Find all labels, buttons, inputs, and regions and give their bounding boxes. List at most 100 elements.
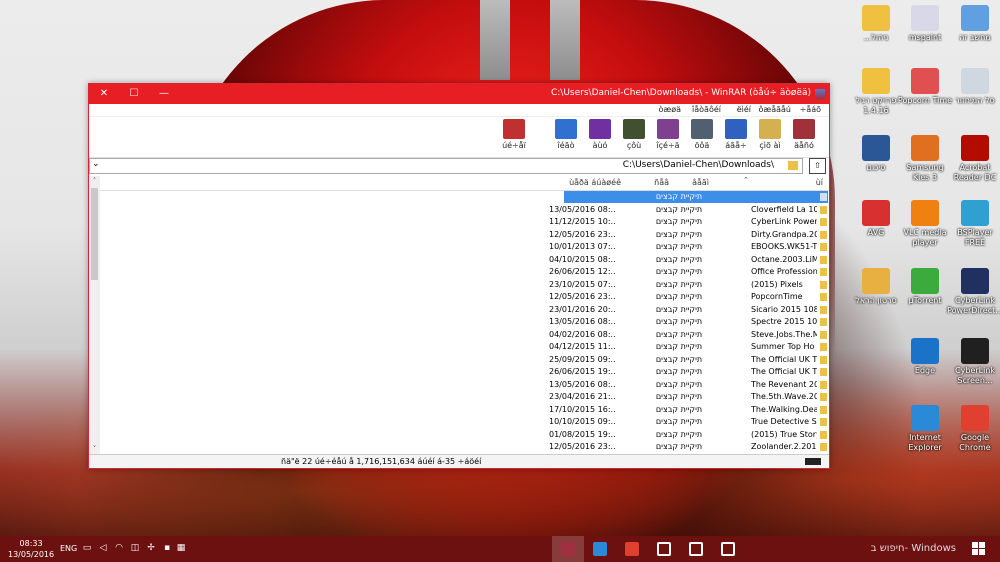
table-row[interactable]: 23/10/2015 07:.. תיקיית קבצים (2015) Pixel… (100, 279, 829, 292)
table-row[interactable]: 10/01/2013 07:.. תיקיית קבצים EBOOKS.WK51-… (100, 241, 829, 254)
menu-item-commands[interactable]: ôæåãåú (758, 105, 791, 114)
menu-item-options[interactable]: òæøä (658, 105, 681, 114)
toolbar-button[interactable]: äåñó (787, 119, 821, 155)
table-row[interactable]: 12/05/2016 23:.. תיקיית קבצים PopcornTime (100, 291, 829, 304)
chevron-down-icon[interactable]: ⌄ (92, 159, 100, 169)
menu-item-file[interactable]: ÷åáõ (800, 105, 821, 114)
desktop-shortcut[interactable]: Edge (897, 338, 953, 376)
taskbar-app-button[interactable] (680, 536, 712, 562)
desktop-shortcut[interactable]: mspaint (897, 5, 953, 43)
taskbar: 08:33 13/05/2016 ENG ▭ ◁ ◠ ◫ ✢ ▪ ▦ חיפוש… (0, 536, 1000, 562)
taskbar-app-button[interactable] (616, 536, 648, 562)
up-folder-button[interactable]: ⇧ (809, 158, 826, 174)
toolbar-button[interactable]: çôù (617, 119, 651, 155)
acrobat-icon (961, 135, 989, 161)
row-modified: 04/02/2016 08:.. (549, 329, 616, 339)
desktop-shortcut[interactable]: ...ניהול (848, 5, 904, 43)
menu-item-favorites[interactable]: îåòãôéí (692, 105, 721, 114)
scrollbar-thumb[interactable] (91, 188, 98, 280)
search-box[interactable]: חיפוש ב- Windows (764, 536, 964, 562)
volume-icon[interactable]: ◁ (98, 543, 108, 553)
toolbar-button[interactable]: îéãò (549, 119, 583, 155)
table-row[interactable]: 26/06/2015 12:.. תיקיית קבצים Office Profe… (100, 266, 829, 279)
start-button[interactable] (972, 542, 986, 556)
row-modified: 12/05/2016 23:.. (549, 292, 616, 301)
folder-download-icon (862, 5, 890, 31)
desktop-shortcut[interactable]: Internet Explorer (897, 405, 953, 453)
table-row[interactable]: 12/05/2016 23:.. תיקיית קבצים Dirty.Grandp… (100, 229, 829, 242)
tray-app-icon[interactable]: ✢ (146, 543, 156, 553)
maximize-button[interactable]: ☐ (119, 84, 149, 104)
table-row[interactable]: 25/09/2015 09:.. תיקיית קבצים The Official… (100, 354, 829, 367)
desktop-shortcut[interactable]: Acrobat Reader DC (947, 135, 1000, 183)
taskbar-app-button[interactable] (648, 536, 680, 562)
winrar-window: ✕ ☐ — C:\Users\Daniel-Chen\Downloads\ - … (88, 83, 830, 469)
table-row[interactable]: 26/06/2015 19:.. תיקיית קבצים The Official… (100, 366, 829, 379)
row-modified: 01/08/2015 19:.. (549, 429, 616, 439)
row-type: תיקיית קבצים (655, 392, 703, 401)
taskbar-app-button[interactable] (552, 536, 584, 562)
table-row[interactable]: 01/08/2015 19:.. תיקיית קבצים (2015) True … (100, 429, 829, 442)
desktop-shortcut[interactable]: µTorrent (897, 268, 953, 306)
desktop-shortcut[interactable]: מחשב זה (947, 5, 1000, 43)
toolbar-button[interactable]: úé÷åï (497, 119, 531, 155)
tray-app3-icon[interactable]: ▦ (176, 543, 186, 553)
scroll-up-icon[interactable]: ˄ (89, 177, 100, 185)
toolbar-button[interactable]: áãå÷ (719, 119, 753, 155)
desktop-shortcut[interactable]: פרויקט רגיל 1.4.16 (848, 68, 904, 116)
desktop-shortcut[interactable]: VLC media player (897, 200, 953, 248)
folder-icon (820, 343, 827, 351)
desktop-shortcut[interactable]: Popcorn Time (897, 68, 953, 106)
column-size[interactable]: âåãì (692, 178, 709, 187)
desktop-shortcut[interactable]: CyberLink PowerDirect... (947, 268, 1000, 316)
table-row[interactable]: 11/12/2015 10:.. תיקיית קבצים CyberLink Po… (100, 216, 829, 229)
column-type[interactable]: ñåâ (654, 178, 669, 187)
desktop-shortcut[interactable]: Samsung Kies 3 (897, 135, 953, 183)
minimize-button[interactable]: — (149, 84, 179, 104)
folder-icon (820, 443, 827, 451)
desktop-shortcut[interactable]: Google Chrome (947, 405, 1000, 453)
table-row[interactable]: 13/05/2016 08:.. תיקיית קבצים The Revenant… (100, 379, 829, 392)
table-row[interactable]: 04/12/2015 11:.. תיקיית קבצים Summer Top H… (100, 341, 829, 354)
vertical-scrollbar[interactable]: ˄ ˅ (89, 176, 100, 454)
menu-item-tools[interactable]: ëìéí (737, 105, 751, 114)
table-row[interactable]: 13/05/2016 08:.. תיקיית קבצים Cloverfield … (100, 204, 829, 217)
toolbar-button[interactable]: çìõ àì (753, 119, 787, 155)
wifi-icon[interactable]: ◠ (114, 543, 124, 553)
network-icon[interactable]: ◫ (130, 543, 140, 553)
desktop-shortcut[interactable]: סרטון הראל (848, 268, 904, 306)
notification-icon[interactable]: ▭ (82, 543, 92, 553)
scroll-down-icon[interactable]: ˅ (89, 445, 100, 453)
toolbar-button[interactable]: öôä (685, 119, 719, 155)
toolbar-button[interactable]: àùó (583, 119, 617, 155)
desktop-shortcut[interactable]: סיכום (848, 135, 904, 173)
clock[interactable]: 08:33 13/05/2016 (8, 538, 54, 560)
column-name[interactable]: ùí (816, 178, 823, 187)
table-row[interactable]: 04/02/2016 08:.. תיקיית קבצים Steve.Jobs.T… (100, 329, 829, 342)
desktop-shortcut[interactable]: AVG (848, 200, 904, 238)
table-row[interactable]: 12/05/2016 23:.. תיקיית קבצים Zoolander.2.… (100, 441, 829, 454)
desktop-shortcut[interactable]: CyberLink Screen... (947, 338, 1000, 386)
row-modified: 13/05/2016 08:.. (549, 317, 616, 326)
desktop-shortcut[interactable]: BSPlayer FREE (947, 200, 1000, 248)
column-modified[interactable]: ùåðä áúàøéê (569, 178, 621, 187)
row-type: תיקיית קבצים (655, 329, 703, 339)
table-row-parent[interactable]: תיקיית קבצים (100, 191, 829, 204)
path-combobox[interactable]: ⌄ C:\Users\Daniel-Chen\Downloads\ (89, 158, 803, 174)
utorrent-icon (911, 268, 939, 294)
toolbar-button[interactable]: îçé÷ä (651, 119, 685, 155)
table-row[interactable]: 17/10/2015 16:.. תיקיית קבצים The.Walking.… (100, 404, 829, 417)
taskbar-app-button[interactable] (712, 536, 744, 562)
taskbar-app-button[interactable] (584, 536, 616, 562)
desktop-shortcut[interactable]: סל המיחזור (947, 68, 1000, 106)
language-indicator[interactable]: ENG (60, 544, 77, 553)
close-button[interactable]: ✕ (89, 84, 119, 104)
table-row[interactable]: 04/10/2015 08:.. תיקיית קבצים Octane.2003.… (100, 254, 829, 267)
winrar-icon[interactable] (815, 89, 825, 99)
table-row[interactable]: 23/01/2016 20:.. תיקיית קבצים Sicario 2015… (100, 304, 829, 317)
table-row[interactable]: 23/04/2016 21:.. תיקיית קבצים The.5th.Wave… (100, 391, 829, 404)
table-row[interactable]: 13/05/2016 08:.. תיקיית קבצים Spectre 2015… (100, 316, 829, 329)
title-bar[interactable]: ✕ ☐ — C:\Users\Daniel-Chen\Downloads\ - … (89, 84, 829, 104)
table-row[interactable]: 10/10/2015 09:.. תיקיית קבצים True Detecti… (100, 416, 829, 429)
tray-app2-icon[interactable]: ▪ (162, 543, 172, 553)
